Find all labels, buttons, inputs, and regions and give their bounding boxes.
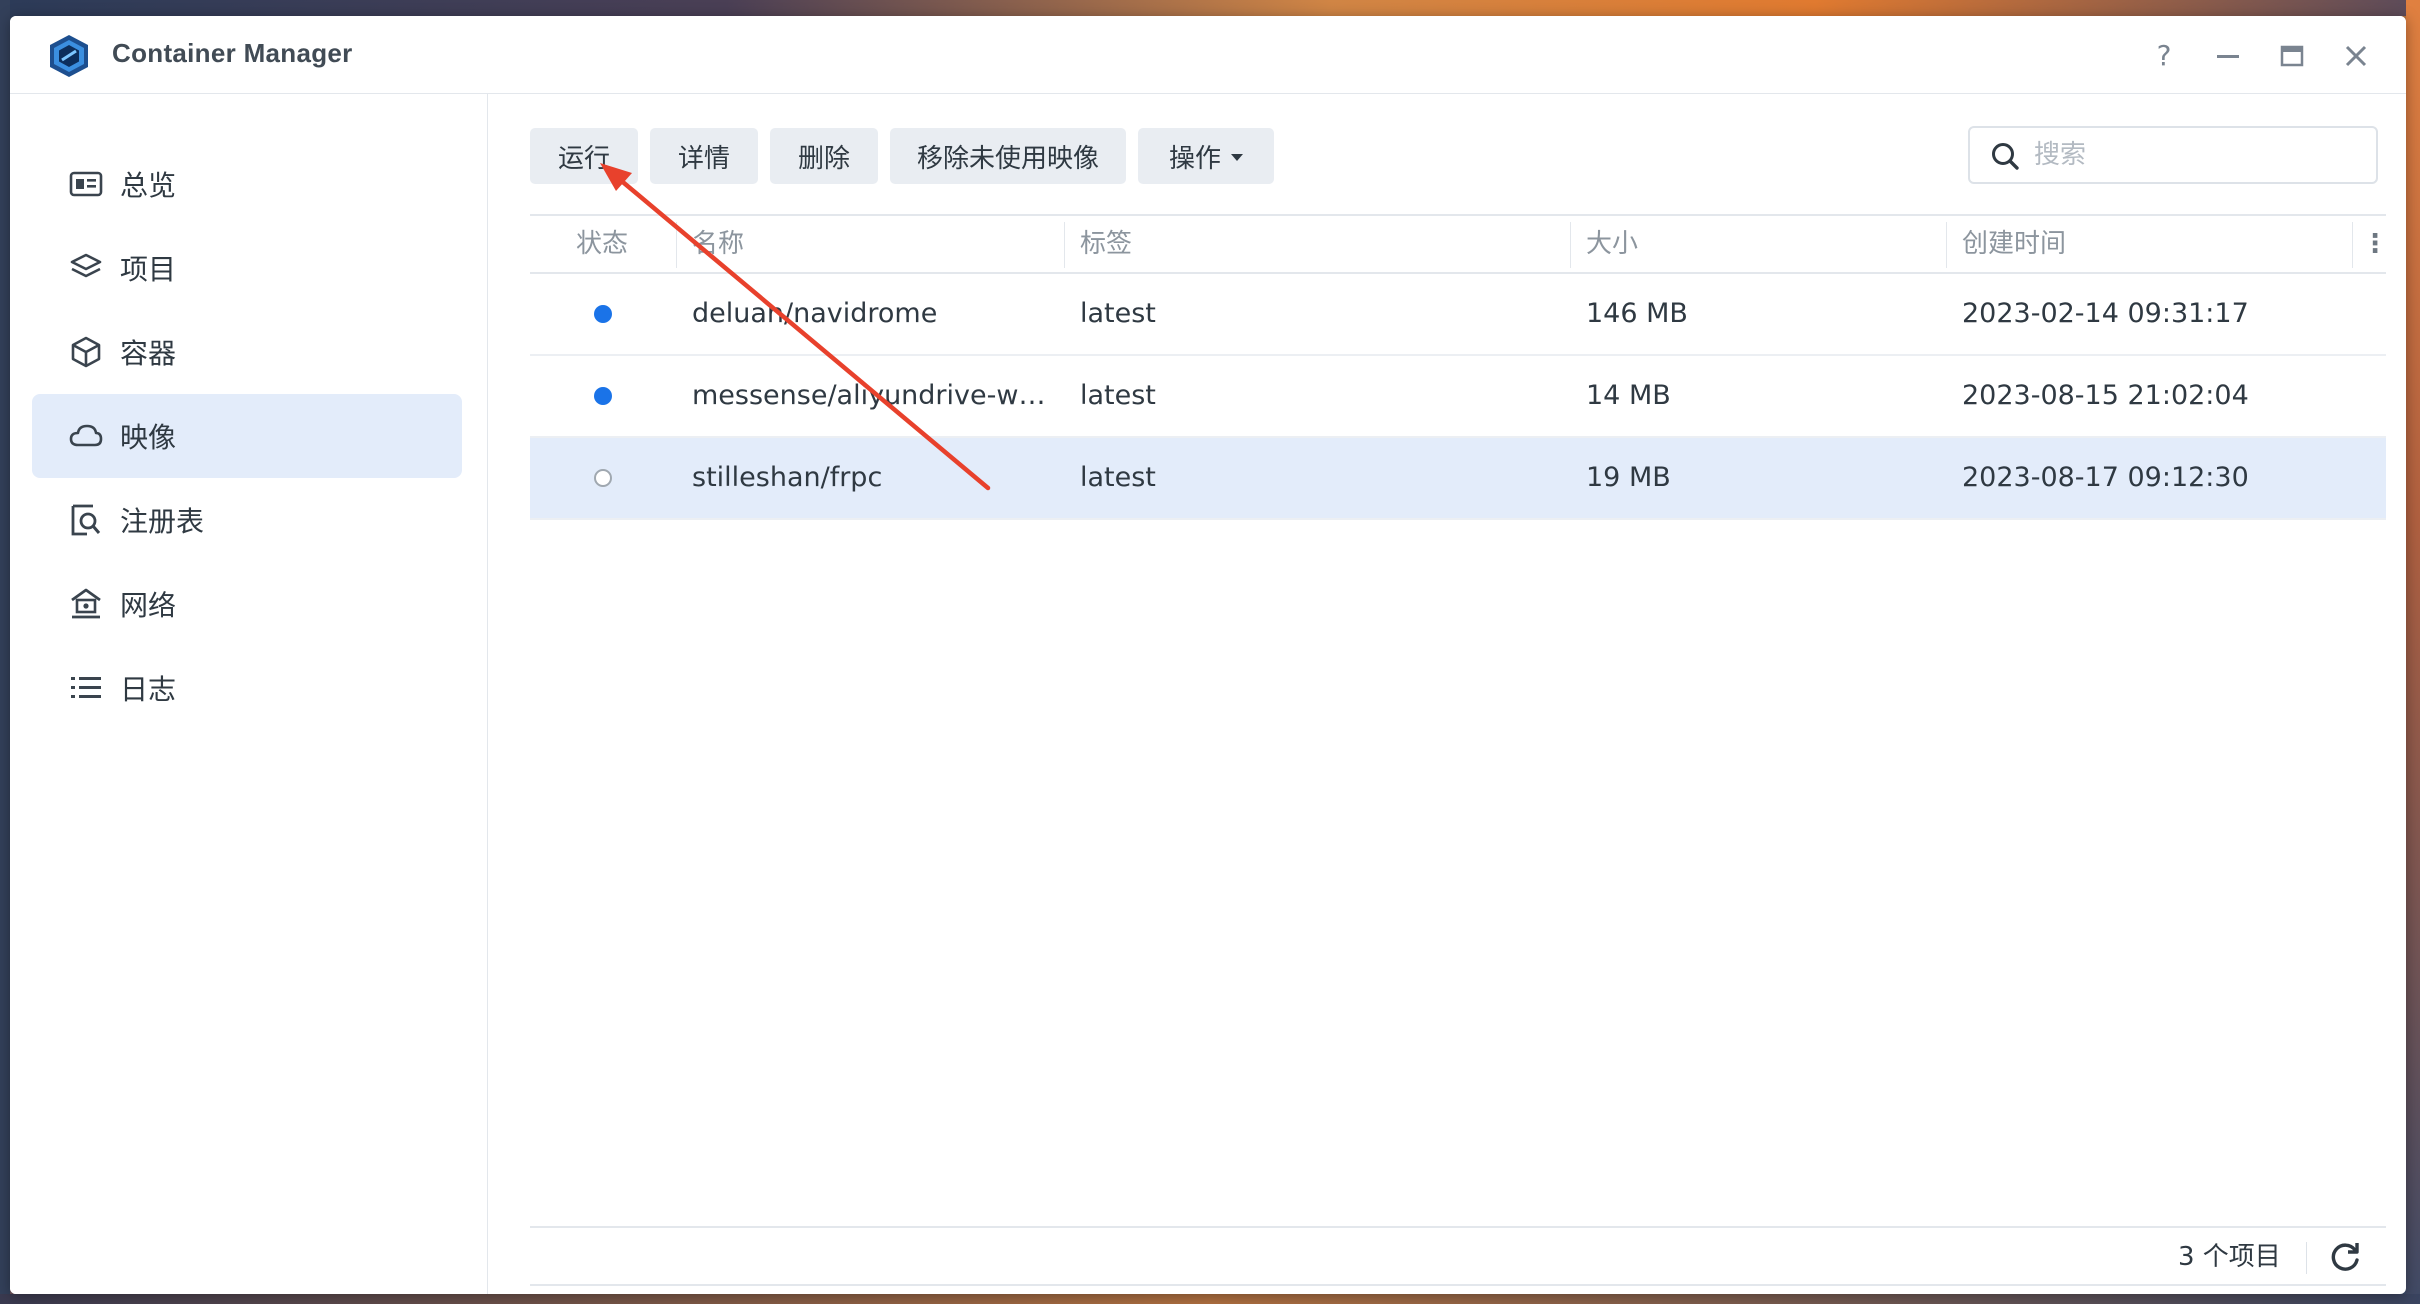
search-icon xyxy=(1990,141,2020,171)
details-button[interactable]: 详情 xyxy=(650,128,758,184)
image-tag: latest xyxy=(1080,274,1540,354)
minimize-icon xyxy=(2215,43,2241,69)
column-header-tag[interactable]: 标签 xyxy=(1080,216,1132,272)
sidebar-item-label: 容器 xyxy=(120,332,176,372)
close-icon xyxy=(2343,43,2369,69)
image-size: 14 MB xyxy=(1586,356,1926,436)
sidebar-item-images[interactable]: 映像 xyxy=(32,394,462,478)
images-table: 状态 名称 标签 大小 创建时间 ⋮ deluan/navidrome late… xyxy=(530,214,2386,520)
footer-divider xyxy=(530,1226,2386,1228)
search-input[interactable] xyxy=(2034,136,2364,174)
table-row[interactable]: deluan/navidrome latest 146 MB 2023-02-1… xyxy=(530,274,2386,356)
column-divider xyxy=(1064,222,1065,268)
image-tag: latest xyxy=(1080,356,1540,436)
status-running-icon xyxy=(594,305,612,323)
caret-down-icon xyxy=(1231,154,1243,161)
column-divider xyxy=(1570,222,1571,268)
title-bar: Container Manager ? xyxy=(10,16,2406,94)
footer-bottom-divider xyxy=(530,1284,2386,1286)
sidebar: 总览 项目 容器 映像 注册表 xyxy=(10,94,488,1294)
refresh-icon xyxy=(2326,1238,2364,1276)
cube-icon xyxy=(68,334,104,370)
sidebar-item-label: 项目 xyxy=(120,248,176,288)
status-running-icon xyxy=(594,387,612,405)
network-home-icon xyxy=(68,586,104,622)
sidebar-item-label: 网络 xyxy=(120,584,176,624)
column-header-name[interactable]: 名称 xyxy=(692,216,744,272)
search-box[interactable] xyxy=(1968,126,2378,184)
run-button[interactable]: 运行 xyxy=(530,128,638,184)
maximize-button[interactable] xyxy=(2272,36,2312,76)
table-row[interactable]: messense/aliyundrive-we... latest 14 MB … xyxy=(530,356,2386,438)
layers-icon xyxy=(68,250,104,286)
status-stopped-icon xyxy=(594,469,612,487)
actions-label: 操作 xyxy=(1169,138,1221,175)
image-created: 2023-08-15 21:02:04 xyxy=(1962,356,2342,436)
maximize-icon xyxy=(2279,43,2305,69)
image-name: deluan/navidrome xyxy=(692,274,1052,354)
footer-separator xyxy=(2306,1242,2307,1274)
column-divider xyxy=(2352,222,2353,268)
item-count: 3 个项目 xyxy=(2178,1232,2281,1282)
main-panel: 运行 详情 删除 移除未使用映像 操作 状态 名称 标签 大小 创建时间 xyxy=(488,94,2406,1294)
app-window: Container Manager ? 总览 项目 xyxy=(10,16,2406,1294)
sidebar-item-logs[interactable]: 日志 xyxy=(32,646,462,730)
column-header-created[interactable]: 创建时间 xyxy=(1962,216,2066,272)
table-row-selected[interactable]: stilleshan/frpc latest 19 MB 2023-08-17 … xyxy=(530,438,2386,520)
overview-icon xyxy=(68,166,104,202)
sidebar-item-network[interactable]: 网络 xyxy=(32,562,462,646)
list-icon xyxy=(68,670,104,706)
column-options-icon[interactable]: ⋮ xyxy=(2362,216,2382,272)
sidebar-item-label: 日志 xyxy=(120,668,176,708)
sidebar-item-label: 注册表 xyxy=(120,500,204,540)
column-divider xyxy=(1946,222,1947,268)
sidebar-item-label: 总览 xyxy=(120,164,176,204)
minimize-button[interactable] xyxy=(2208,36,2248,76)
sidebar-item-containers[interactable]: 容器 xyxy=(32,310,462,394)
registry-search-icon xyxy=(68,502,104,538)
image-size: 19 MB xyxy=(1586,438,1926,518)
refresh-button[interactable] xyxy=(2326,1238,2364,1276)
image-tag: latest xyxy=(1080,438,1540,518)
remove-unused-images-button[interactable]: 移除未使用映像 xyxy=(890,128,1126,184)
column-header-size[interactable]: 大小 xyxy=(1586,216,1638,272)
column-header-status[interactable]: 状态 xyxy=(576,216,628,272)
sidebar-item-registry[interactable]: 注册表 xyxy=(32,478,462,562)
sidebar-item-overview[interactable]: 总览 xyxy=(32,142,462,226)
image-created: 2023-02-14 09:31:17 xyxy=(1962,274,2342,354)
column-divider xyxy=(676,222,677,268)
image-created: 2023-08-17 09:12:30 xyxy=(1962,438,2342,518)
help-button[interactable]: ? xyxy=(2144,36,2184,76)
delete-button[interactable]: 删除 xyxy=(770,128,878,184)
sidebar-item-label: 映像 xyxy=(120,416,176,456)
image-name: stilleshan/frpc xyxy=(692,438,1052,518)
actions-dropdown[interactable]: 操作 xyxy=(1138,128,1274,184)
help-icon: ? xyxy=(2157,39,2172,72)
cloud-icon xyxy=(68,418,104,454)
image-size: 146 MB xyxy=(1586,274,1926,354)
close-button[interactable] xyxy=(2336,36,2376,76)
table-header: 状态 名称 标签 大小 创建时间 ⋮ xyxy=(530,214,2386,274)
container-manager-logo-icon xyxy=(46,33,92,79)
app-title: Container Manager xyxy=(112,38,353,69)
image-name: messense/aliyundrive-we... xyxy=(692,356,1052,436)
sidebar-item-projects[interactable]: 项目 xyxy=(32,226,462,310)
